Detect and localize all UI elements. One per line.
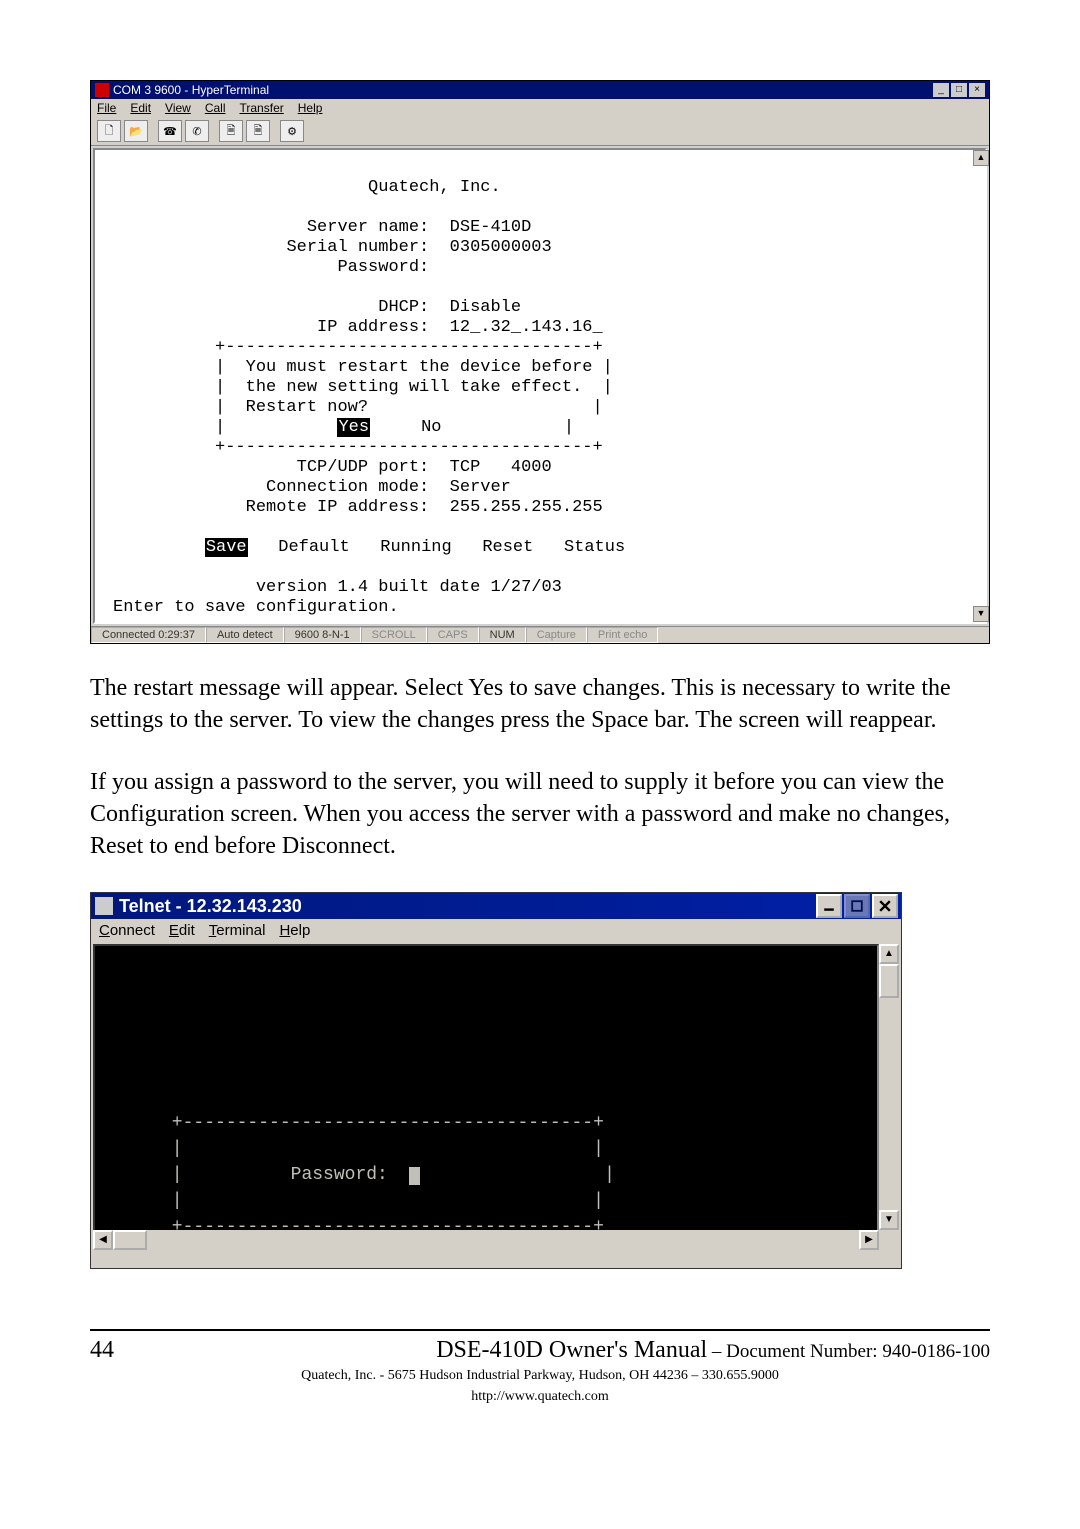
status-capture: Capture xyxy=(526,627,587,643)
receive-icon[interactable]: 🗎 xyxy=(246,120,270,142)
tn-terminal-output: +--------------------------------------+… xyxy=(93,944,879,1250)
status-connected: Connected 0:29:37 xyxy=(91,627,206,643)
status-bar: Connected 0:29:37 Auto detect 9600 8-N-1… xyxy=(91,626,989,643)
restart-msg-2: the new setting will take effect. xyxy=(246,378,583,397)
tcp-port: 4000 xyxy=(511,458,552,477)
tcp-port-label: TCP/UDP port: xyxy=(297,458,430,477)
new-icon[interactable]: 🗋 xyxy=(97,120,121,142)
server-name-value: DSE-410D xyxy=(450,218,532,237)
scroll-right-icon[interactable]: ▶ xyxy=(859,1230,879,1250)
reset-button[interactable]: Reset xyxy=(482,538,533,557)
footer-dash: – xyxy=(707,1341,726,1362)
yes-button[interactable]: Yes xyxy=(337,418,370,437)
hyperterminal-screenshot: COM 3 9600 - HyperTerminal _ □ × File Ed… xyxy=(90,80,990,644)
restart-msg-1: You must restart the device before xyxy=(246,358,593,377)
tcp-proto: TCP xyxy=(450,458,481,477)
serial-number-label: Serial number: xyxy=(286,238,429,257)
ip-label: IP address: xyxy=(317,318,429,337)
tn-minimize-button[interactable] xyxy=(816,894,842,918)
app-icon xyxy=(95,83,109,97)
scroll-left-icon[interactable]: ◀ xyxy=(93,1230,113,1250)
minimize-button[interactable]: _ xyxy=(933,83,949,97)
ht-menubar: File Edit View Call Transfer Help xyxy=(91,99,989,117)
tn-menu-connect[interactable]: Connect xyxy=(99,922,155,939)
prompt-text: Enter to save configuration. xyxy=(113,598,399,617)
conn-mode-value: Server xyxy=(450,478,511,497)
ht-titlebar: COM 3 9600 - HyperTerminal _ □ × xyxy=(91,81,989,99)
telnet-screenshot: Telnet - 12.32.143.230 Connect Edit Term… xyxy=(90,892,902,1269)
no-button[interactable]: No xyxy=(421,418,441,437)
telnet-app-icon xyxy=(95,897,113,915)
status-num: NUM xyxy=(479,627,526,643)
tn-window-title: Telnet - 12.32.143.230 xyxy=(119,896,302,917)
page-number: 44 xyxy=(90,1337,114,1364)
dhcp-label: DHCP: xyxy=(378,298,429,317)
conn-mode-label: Connection mode: xyxy=(266,478,429,497)
scroll-up-icon[interactable]: ▲ xyxy=(973,150,989,166)
remote-ip-label: Remote IP address: xyxy=(246,498,430,517)
tn-menubar: Connect Edit Terminal Help xyxy=(91,919,901,942)
status-autodetect: Auto detect xyxy=(206,627,284,643)
status-printecho: Print echo xyxy=(587,627,659,643)
properties-icon[interactable]: ⚙ xyxy=(280,120,304,142)
tn-close-button[interactable] xyxy=(872,894,898,918)
menu-call[interactable]: Call xyxy=(205,101,226,115)
horizontal-scrollbar[interactable]: ◀ ▶ xyxy=(93,1230,879,1250)
status-button[interactable]: Status xyxy=(564,538,625,557)
footer-address: Quatech, Inc. - 5675 Hudson Industrial P… xyxy=(90,1367,990,1385)
tn-maximize-button[interactable] xyxy=(844,894,870,918)
cursor-icon xyxy=(409,1167,420,1185)
serial-number-value: 0305000003 xyxy=(450,238,552,257)
scroll-down-icon[interactable]: ▼ xyxy=(973,606,989,622)
paragraph-2: If you assign a password to the server, … xyxy=(90,766,990,862)
manual-title: DSE-410D Owner's Manual xyxy=(436,1337,707,1363)
ip-value: 12_.32_.143.16_ xyxy=(450,318,603,337)
tn-menu-terminal[interactable]: Terminal xyxy=(209,922,266,939)
running-button[interactable]: Running xyxy=(380,538,451,557)
tn-password-label: Password: xyxy=(291,1165,388,1185)
menu-edit[interactable]: Edit xyxy=(130,101,151,115)
document-number: Document Number: 940-0186-100 xyxy=(726,1341,990,1362)
remote-ip-value: 255.255.255.255 xyxy=(450,498,603,517)
footer-rule xyxy=(90,1329,990,1331)
status-params: 9600 8-N-1 xyxy=(284,627,361,643)
vertical-scrollbar[interactable]: ▲ ▼ xyxy=(879,944,899,1230)
scroll-up-icon[interactable]: ▲ xyxy=(879,944,899,964)
server-name-label: Server name: xyxy=(307,218,429,237)
menu-help[interactable]: Help xyxy=(298,101,323,115)
open-icon[interactable]: 📂 xyxy=(124,120,148,142)
ht-toolbar: 🗋 📂 ☎ ✆ 🗎 🗎 ⚙ xyxy=(91,117,989,146)
scroll-thumb[interactable] xyxy=(879,964,899,998)
page-footer: 44 DSE-410D Owner's Manual – Document Nu… xyxy=(90,1337,990,1364)
save-button[interactable]: Save xyxy=(205,538,248,557)
scroll-down-icon[interactable]: ▼ xyxy=(879,1210,899,1230)
version-text: version 1.4 built date 1/27/03 xyxy=(256,578,562,597)
menu-transfer[interactable]: Transfer xyxy=(240,101,284,115)
terminal-output: Quatech, Inc. Server name: DSE-410D Seri… xyxy=(93,148,987,624)
maximize-button[interactable]: □ xyxy=(951,83,967,97)
tn-titlebar: Telnet - 12.32.143.230 xyxy=(91,893,901,919)
disconnect-icon[interactable]: ✆ xyxy=(185,120,209,142)
company-text: Quatech, Inc. xyxy=(368,178,501,197)
tn-menu-help[interactable]: Help xyxy=(279,922,310,939)
dhcp-value: Disable xyxy=(450,298,521,317)
connect-icon[interactable]: ☎ xyxy=(158,120,182,142)
password-label: Password: xyxy=(337,258,429,277)
send-icon[interactable]: 🗎 xyxy=(219,120,243,142)
footer-url: http://www.quatech.com xyxy=(90,1388,990,1406)
paragraph-1: The restart message will appear. Select … xyxy=(90,672,990,736)
menu-file[interactable]: File xyxy=(97,101,116,115)
menu-view[interactable]: View xyxy=(165,101,191,115)
scroll-thumb-h[interactable] xyxy=(113,1230,147,1250)
restart-msg-3: Restart now? xyxy=(246,398,368,417)
window-title: COM 3 9600 - HyperTerminal xyxy=(113,83,269,97)
tn-menu-edit[interactable]: Edit xyxy=(169,922,195,939)
close-button[interactable]: × xyxy=(969,83,985,97)
default-button[interactable]: Default xyxy=(278,538,349,557)
status-scroll: SCROLL xyxy=(361,627,427,643)
status-caps: CAPS xyxy=(427,627,479,643)
resize-grip-icon[interactable] xyxy=(879,1230,899,1250)
